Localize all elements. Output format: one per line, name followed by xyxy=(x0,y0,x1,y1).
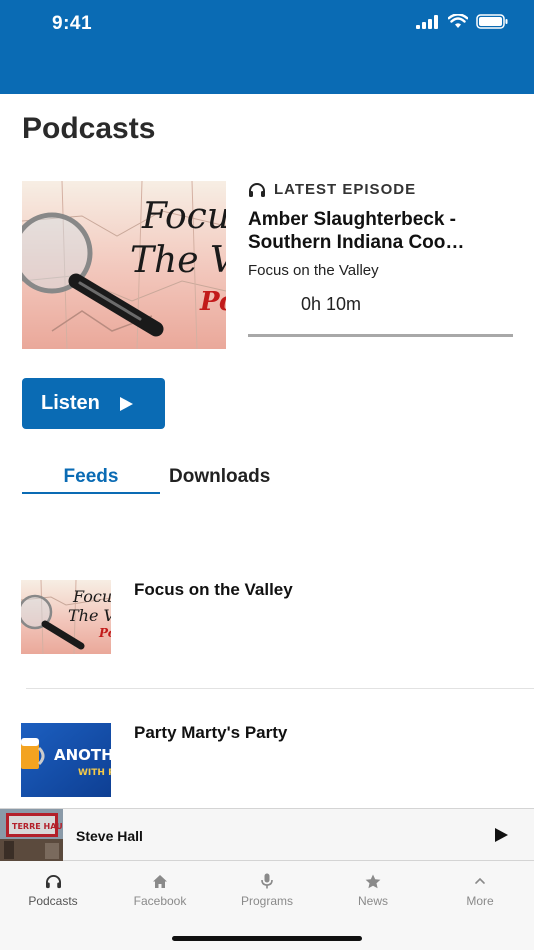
page-title: Podcasts xyxy=(22,112,156,145)
tab-bar-label: More xyxy=(466,894,494,908)
wifi-icon xyxy=(448,14,468,28)
listen-button-label: Listen xyxy=(41,392,100,414)
mini-player-artwork-text: TERRE HAU xyxy=(12,822,63,831)
episode-show-name: Focus on the Valley xyxy=(248,262,379,279)
feed-artwork: Focu The V Po xyxy=(21,580,111,654)
latest-episode-artwork[interactable]: Focu The V Po xyxy=(22,181,226,349)
listen-button[interactable]: Listen xyxy=(22,378,165,429)
play-icon xyxy=(119,396,133,411)
episode-duration: 0h 10m xyxy=(301,294,362,314)
divider xyxy=(26,688,534,689)
headphones-icon xyxy=(45,874,61,888)
feed-artwork-text-3: Po xyxy=(98,626,111,640)
feed-item-focus-on-the-valley[interactable]: Focu The V Po Focus on the Valley xyxy=(0,580,534,660)
artwork-text-1: Focu xyxy=(141,196,226,237)
mini-player[interactable]: TERRE HAU Steve Hall xyxy=(0,808,534,861)
chevron-up-icon xyxy=(475,877,485,884)
tab-bar-label: Programs xyxy=(240,894,293,908)
artwork-text-2: The V xyxy=(130,240,226,281)
status-time: 9:41 xyxy=(52,13,93,34)
home-indicator xyxy=(172,936,362,941)
tab-feeds[interactable]: Feeds xyxy=(22,466,160,488)
tab-bar-label: News xyxy=(357,894,388,908)
tab-active-indicator xyxy=(22,492,160,494)
feed-artwork: ANOTHE WITH P xyxy=(21,723,111,797)
status-bar: 9:41 xyxy=(0,0,534,94)
feed-title: Focus on the Valley xyxy=(134,580,293,599)
headphones-icon xyxy=(249,182,265,197)
episode-progress-bar xyxy=(248,334,513,337)
tab-bar-label: Podcasts xyxy=(28,894,78,908)
episode-title[interactable]: Amber Slaughterbeck - Southern Indiana C… xyxy=(248,208,518,254)
episode-title-line-1: Amber Slaughterbeck - xyxy=(248,209,456,230)
tab-bar-item-more[interactable]: More xyxy=(440,871,520,908)
home-icon xyxy=(153,874,167,888)
latest-episode-label-text: LATEST EPISODE xyxy=(274,181,417,198)
signal-icon xyxy=(416,14,438,29)
tab-downloads[interactable]: Downloads xyxy=(169,466,270,488)
feed-artwork-text-2: WITH P xyxy=(78,768,111,778)
latest-episode-label: LATEST EPISODE xyxy=(248,181,416,198)
episode-title-line-2: Southern Indiana Coo… xyxy=(248,232,465,253)
mini-player-title: Steve Hall xyxy=(76,828,143,844)
microphone-icon xyxy=(261,873,273,889)
feed-artwork-text-2: The V xyxy=(68,606,111,625)
star-icon xyxy=(365,874,381,888)
artwork-text-3: Po xyxy=(199,287,226,317)
tab-bar-item-facebook[interactable]: Facebook xyxy=(120,871,200,908)
battery-icon xyxy=(476,14,508,29)
feed-item-party-martys-party[interactable]: ANOTHE WITH P Party Marty's Party xyxy=(0,723,534,803)
tab-bar-item-podcasts[interactable]: Podcasts xyxy=(13,871,93,908)
feed-artwork-text-1: ANOTHE xyxy=(54,746,111,764)
tab-bar-item-news[interactable]: News xyxy=(333,871,413,908)
status-icons xyxy=(416,14,508,29)
play-icon[interactable] xyxy=(495,828,508,842)
feed-artwork-text-1: Focu xyxy=(72,587,111,606)
mini-player-artwork: TERRE HAU xyxy=(0,809,63,861)
tab-bar-item-programs[interactable]: Programs xyxy=(227,871,307,908)
tab-bar-label: Facebook xyxy=(133,894,187,908)
feed-title: Party Marty's Party xyxy=(134,723,288,742)
